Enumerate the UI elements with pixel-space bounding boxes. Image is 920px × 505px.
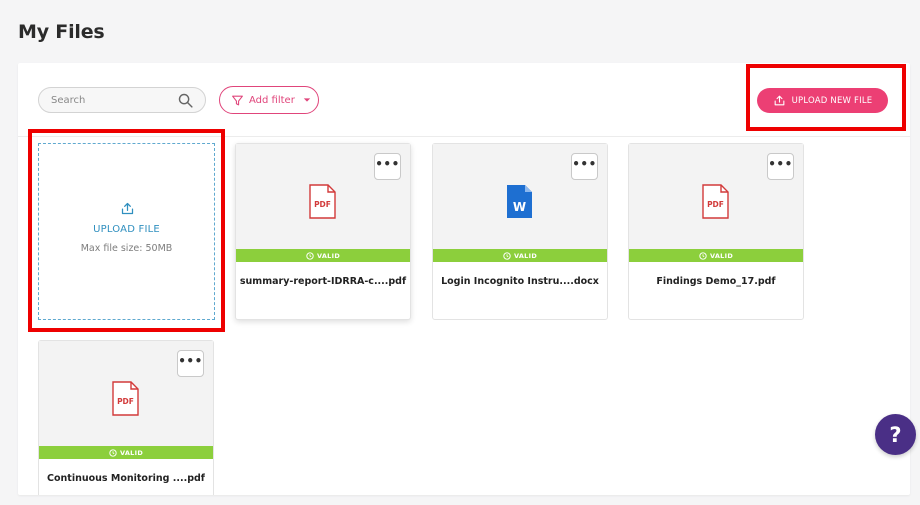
word-icon-label: W: [513, 200, 526, 214]
status-label: VALID: [316, 251, 341, 260]
search-box[interactable]: [38, 87, 206, 113]
pdf-icon-label: PDF: [314, 200, 331, 209]
status-badge: VALID: [433, 249, 607, 262]
word-file-icon: W: [507, 185, 532, 218]
pdf-icon-label: PDF: [117, 397, 134, 406]
file-card[interactable]: ••• W VALID Login Incognito Instru....do…: [432, 143, 608, 320]
add-filter-label: Add filter: [249, 94, 295, 106]
more-options-button[interactable]: •••: [571, 153, 598, 180]
more-options-button[interactable]: •••: [374, 153, 401, 180]
file-card[interactable]: ••• PDF VALID Findings Demo_17.pdf: [628, 143, 804, 320]
pdf-file-icon: PDF: [112, 381, 139, 416]
search-icon[interactable]: [177, 92, 194, 109]
clock-icon: [503, 251, 511, 260]
upload-tile-highlight: [28, 129, 225, 332]
more-icon: •••: [572, 157, 597, 171]
status-label: VALID: [709, 251, 734, 260]
status-label: VALID: [513, 251, 538, 260]
file-card[interactable]: ••• PDF VALID summary-report-IDRRA-c....…: [235, 143, 411, 320]
pdf-file-icon: PDF: [309, 184, 336, 219]
pdf-icon-label: PDF: [707, 200, 724, 209]
search-input[interactable]: [51, 88, 171, 112]
file-name[interactable]: Continuous Monitoring ....pdf: [39, 473, 213, 484]
status-label: VALID: [119, 448, 144, 457]
file-name[interactable]: Findings Demo_17.pdf: [629, 276, 803, 287]
file-name[interactable]: summary-report-IDRRA-c....pdf: [236, 276, 410, 287]
clock-icon: [306, 251, 314, 260]
filter-icon: [232, 95, 243, 105]
page-title: My Files: [18, 21, 105, 43]
chevron-down-icon: [303, 98, 311, 102]
more-icon: •••: [375, 157, 400, 171]
help-button[interactable]: ?: [875, 414, 916, 455]
more-options-button[interactable]: •••: [177, 350, 204, 377]
upload-button-highlight: [746, 64, 906, 131]
status-badge: VALID: [236, 249, 410, 262]
clock-icon: [699, 251, 707, 260]
status-badge: VALID: [39, 446, 213, 459]
help-icon: ?: [889, 422, 902, 447]
more-icon: •••: [768, 157, 793, 171]
file-name[interactable]: Login Incognito Instru....docx: [433, 276, 607, 287]
pdf-file-icon: PDF: [702, 184, 729, 219]
more-icon: •••: [178, 354, 203, 368]
file-card[interactable]: ••• PDF VALID Continuous Monitoring ....…: [38, 340, 214, 495]
status-badge: VALID: [629, 249, 803, 262]
more-options-button[interactable]: •••: [767, 153, 794, 180]
clock-icon: [109, 448, 117, 457]
add-filter-button[interactable]: Add filter: [219, 86, 319, 114]
